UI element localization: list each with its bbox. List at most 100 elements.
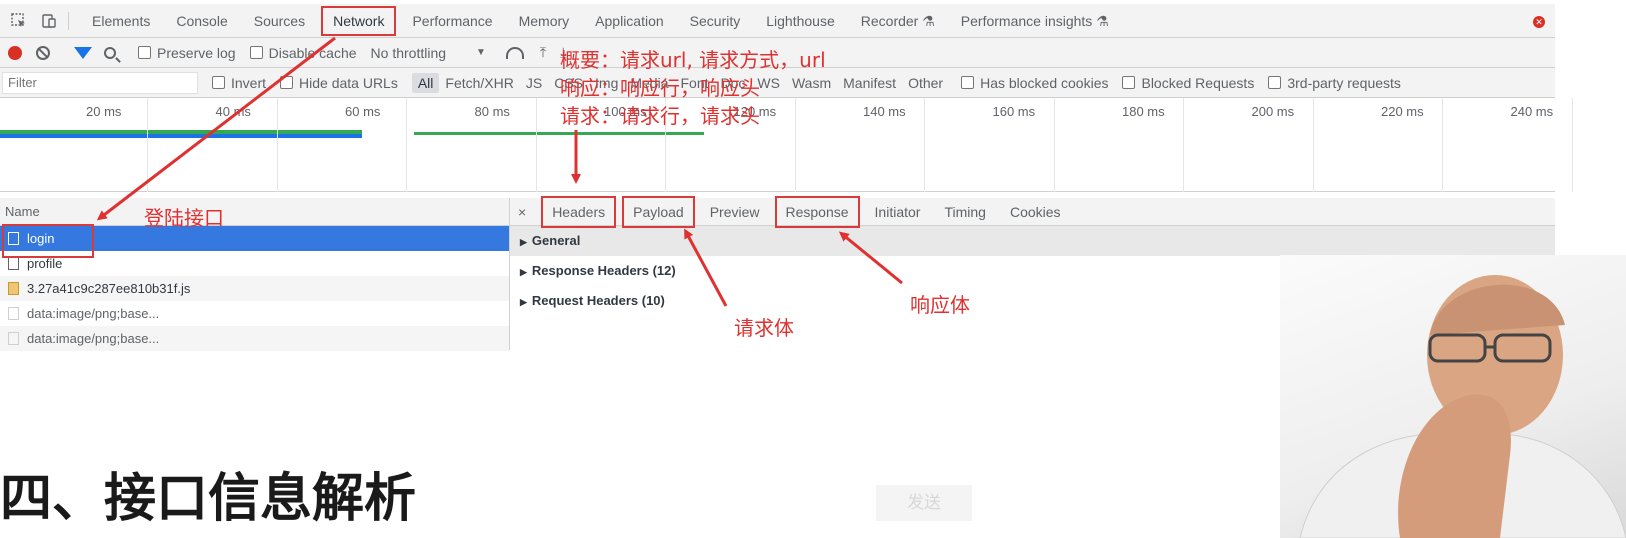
send-button[interactable]: 发送: [876, 485, 972, 521]
annotation-overview: 概要：请求url, 请求方式，url: [560, 48, 826, 72]
type-filter-all[interactable]: All: [411, 72, 440, 93]
checkbox-box[interactable]: [1268, 76, 1282, 89]
disable-cache-label: Disable cache: [268, 44, 357, 61]
image-file-icon: [8, 307, 19, 320]
tab-initiator[interactable]: Initiator: [863, 198, 933, 226]
type-filter-wasm[interactable]: Wasm: [786, 73, 837, 93]
timeline-gridline: [924, 98, 925, 192]
type-filter-manifest[interactable]: Manifest: [837, 73, 902, 93]
annotation-response-body: 响应体: [910, 293, 970, 317]
throttling-select[interactable]: No throttling: [371, 45, 446, 61]
section-label: General: [531, 233, 581, 248]
annotation-request-body: 请求体: [734, 316, 794, 340]
hide-data-urls-checkbox[interactable]: Hide data URLs: [280, 75, 398, 91]
tab-headers[interactable]: Headers: [541, 195, 617, 228]
tab-elements[interactable]: Elements: [79, 4, 163, 38]
tab-timing[interactable]: Timing: [932, 198, 998, 226]
record-icon[interactable]: [8, 45, 22, 60]
document-icon: [8, 257, 19, 270]
tab-response[interactable]: Response: [774, 195, 860, 228]
highlight-login-row: [2, 224, 94, 258]
tab-recorder[interactable]: Recorder ⚗: [848, 4, 948, 38]
has-blocked-cookies-label: Has blocked cookies: [980, 74, 1109, 91]
import-har-icon[interactable]: ⤒: [540, 44, 546, 61]
tab-lighthouse[interactable]: Lighthouse: [753, 4, 848, 38]
timeline-gridline: [535, 98, 537, 192]
timeline-gridline: [794, 98, 796, 192]
checkbox-box[interactable]: [249, 46, 263, 59]
has-blocked-cookies-checkbox[interactable]: Has blocked cookies: [961, 75, 1108, 91]
timeline-tick-label: 160 ms: [992, 104, 1036, 119]
checkbox-box[interactable]: [212, 76, 225, 89]
chevron-down-icon[interactable]: ▼: [476, 47, 486, 58]
error-badge-icon[interactable]: ✕: [1533, 16, 1545, 28]
timeline-tick-label: 80 ms: [474, 104, 510, 119]
script-file-icon: [8, 282, 19, 295]
type-filter-other[interactable]: Other: [902, 73, 949, 93]
timeline-tick-label: 220 ms: [1381, 104, 1424, 119]
request-row-image-1[interactable]: data:image/png;base...: [0, 301, 509, 326]
network-timeline-overview[interactable]: 20 ms 40 ms 60 ms 80 ms 100 ms 120 ms 140 ms 16…: [0, 98, 1573, 192]
annotation-login-api: 登陆接口: [144, 206, 224, 230]
timeline-tick-label: 140 ms: [863, 104, 906, 119]
preserve-log-checkbox[interactable]: Preserve log: [138, 45, 236, 61]
checkbox-box[interactable]: [1122, 76, 1136, 89]
checkbox-box[interactable]: [280, 76, 294, 89]
section-label: Response Headers (12): [531, 263, 676, 278]
disable-cache-checkbox[interactable]: Disable cache: [249, 44, 357, 61]
section-label: Request Headers (10): [531, 293, 665, 308]
timeline-bar-login: [0, 130, 362, 138]
blocked-requests-checkbox[interactable]: Blocked Requests: [1122, 75, 1254, 91]
search-icon[interactable]: [104, 46, 116, 59]
filter-icon[interactable]: [74, 46, 92, 59]
request-list: Name login profile 3.27a41c9c287ee810b31…: [0, 198, 510, 351]
timeline-tick-label: 180 ms: [1122, 104, 1165, 119]
timeline-gridline: [1312, 98, 1314, 192]
timeline-tick-label: 240 ms: [1510, 104, 1554, 119]
tab-cookies[interactable]: Cookies: [998, 198, 1073, 226]
filter-input[interactable]: [2, 71, 198, 94]
type-filter-fetch-xhr[interactable]: Fetch/XHR: [439, 73, 519, 93]
close-icon[interactable]: ×: [518, 204, 526, 220]
presenter-webcam: [1280, 255, 1626, 538]
tab-memory[interactable]: Memory: [506, 4, 583, 38]
third-party-requests-checkbox[interactable]: 3rd-party requests: [1268, 75, 1401, 91]
timeline-gridline: [1442, 98, 1443, 192]
device-toolbar-icon[interactable]: [38, 10, 60, 32]
network-conditions-icon[interactable]: [505, 46, 524, 59]
triangle-right-icon: ▶: [520, 297, 527, 307]
tab-sources[interactable]: Sources: [241, 4, 318, 38]
tab-performance-insights[interactable]: Performance insights ⚗: [948, 4, 1122, 38]
timeline-gridline: [1053, 98, 1055, 192]
timeline-tick-label: 60 ms: [345, 104, 381, 119]
section-general[interactable]: ▶ General: [510, 226, 1555, 256]
type-filter-js[interactable]: JS: [520, 73, 548, 93]
triangle-right-icon: ▶: [520, 267, 527, 277]
request-row-image-2[interactable]: data:image/png;base...: [0, 326, 509, 351]
invert-label: Invert: [231, 74, 267, 91]
name-column-header[interactable]: Name: [0, 198, 509, 226]
annotation-response: 响应：响应行，响应头: [560, 76, 760, 100]
timeline-gridline: [1183, 98, 1184, 192]
tab-application[interactable]: Application: [582, 4, 677, 38]
preserve-log-label: Preserve log: [157, 44, 236, 61]
request-name: data:image/png;base...: [27, 331, 160, 346]
timeline-gridline: [276, 98, 278, 192]
inspect-element-icon[interactable]: [8, 10, 30, 32]
request-name: data:image/png;base...: [27, 306, 160, 321]
invert-checkbox[interactable]: Invert: [212, 75, 266, 91]
checkbox-box[interactable]: [961, 76, 975, 89]
timeline-gridline: [147, 98, 148, 192]
tab-network[interactable]: Network: [321, 5, 397, 36]
tab-security[interactable]: Security: [677, 4, 754, 38]
request-row-js[interactable]: 3.27a41c9c287ee810b31f.js: [0, 276, 509, 301]
clear-icon[interactable]: [36, 45, 50, 60]
tab-preview[interactable]: Preview: [698, 198, 772, 226]
checkbox-box[interactable]: [138, 46, 151, 59]
presenter-image: [1299, 275, 1626, 538]
tab-payload[interactable]: Payload: [622, 195, 695, 228]
tab-performance[interactable]: Performance: [399, 4, 505, 38]
timeline-gridline: [406, 98, 407, 192]
tab-bar-divider: [68, 11, 69, 30]
tab-console[interactable]: Console: [163, 4, 240, 38]
